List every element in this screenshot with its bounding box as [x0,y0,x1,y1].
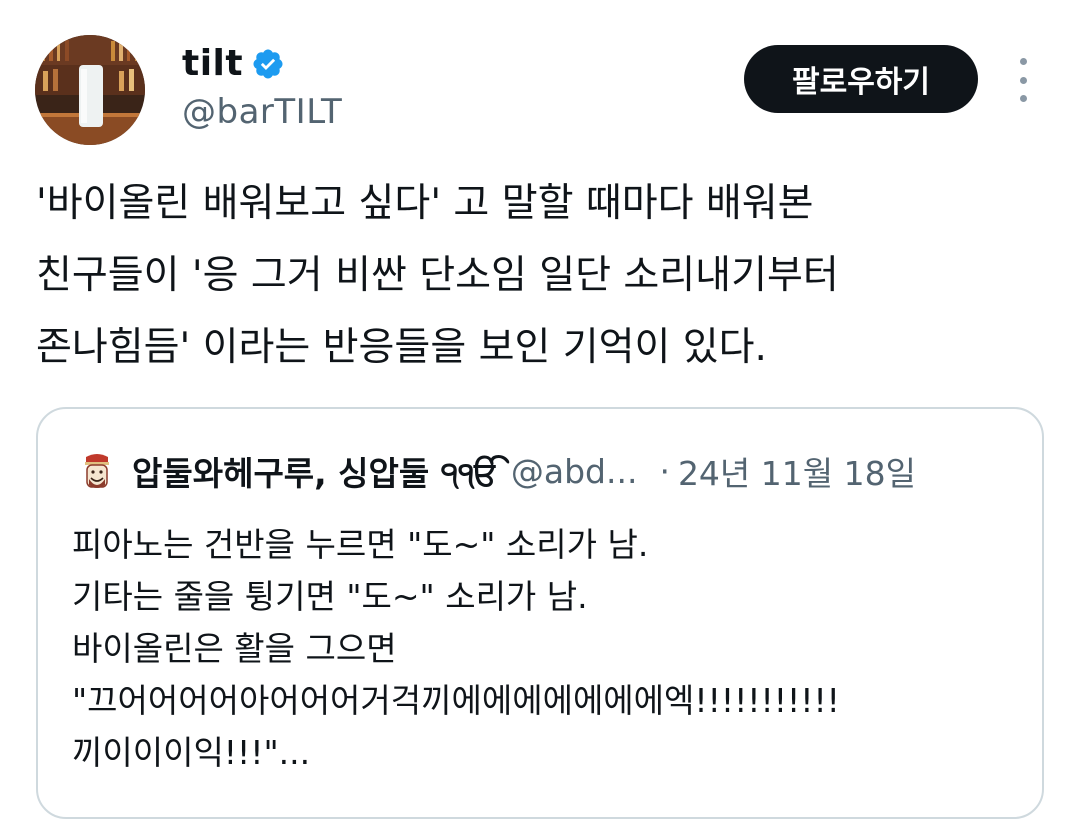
quoted-tweet-text: 피아노는 건반을 누르면 "도~" 소리가 남. 기타는 줄을 튕기면 "도~"… [72,519,1012,779]
tweet-text-line: 친구들이 '응 그거 비싼 단소임 일단 소리내기부터 [36,253,839,298]
verified-badge-icon [253,49,283,79]
more-dot [1019,58,1027,65]
quoted-tweet-header: 압둘와헤구루, 싱압둘 ੧ੴ @abd... · 24년 11월 18일 [80,449,916,493]
quoted-text-line: "끄어어어어아어어어거걱끼에에에에에에에엑!!!!!!!!!!! [72,681,840,720]
quoted-tweet-card[interactable]: 압둘와헤구루, 싱압둘 ੧ੴ @abd... · 24년 11월 18일 피아노… [36,407,1044,819]
tweet-text-line: '바이올린 배워보고 싶다' 고 말할 때마다 배워본 [36,181,814,226]
quoted-author-handle[interactable]: @abd... [511,452,638,491]
author-avatar[interactable] [35,35,145,145]
more-vertical-icon[interactable] [1008,58,1038,102]
quoted-date[interactable]: 24년 11월 18일 [678,447,916,495]
author-name-row[interactable]: tilt [182,40,285,86]
tweet-text: '바이올린 배워보고 싶다' 고 말할 때마다 배워본 친구들이 '응 그거 비… [36,168,1046,384]
quoted-separator: · [659,451,670,491]
more-dot [1019,95,1027,102]
quoted-text-line: 바이올린은 활을 그으면 [72,629,397,668]
quoted-author-name[interactable]: 압둘와헤구루, 싱압둘 ੧ੴ [132,447,499,495]
sikh-badge-avatar [85,454,109,488]
more-dot [1019,76,1027,84]
quoted-text-line: 기타는 줄을 튕기면 "도~" 소리가 남. [72,577,588,616]
bar-counter-photo-avatar [35,35,145,145]
follow-button[interactable]: 팔로우하기 [744,45,978,113]
author-display-name[interactable]: tilt [182,43,243,84]
quoted-text-line: 피아노는 건반을 누르면 "도~" 소리가 남. [72,525,649,564]
quoted-text-line: 끼이이이익!!!"... [72,733,311,772]
author-handle[interactable]: @barTILT [182,92,342,132]
tweet-text-line: 존나힘듬' 이라는 반응들을 보인 기억이 있다. [36,325,767,370]
